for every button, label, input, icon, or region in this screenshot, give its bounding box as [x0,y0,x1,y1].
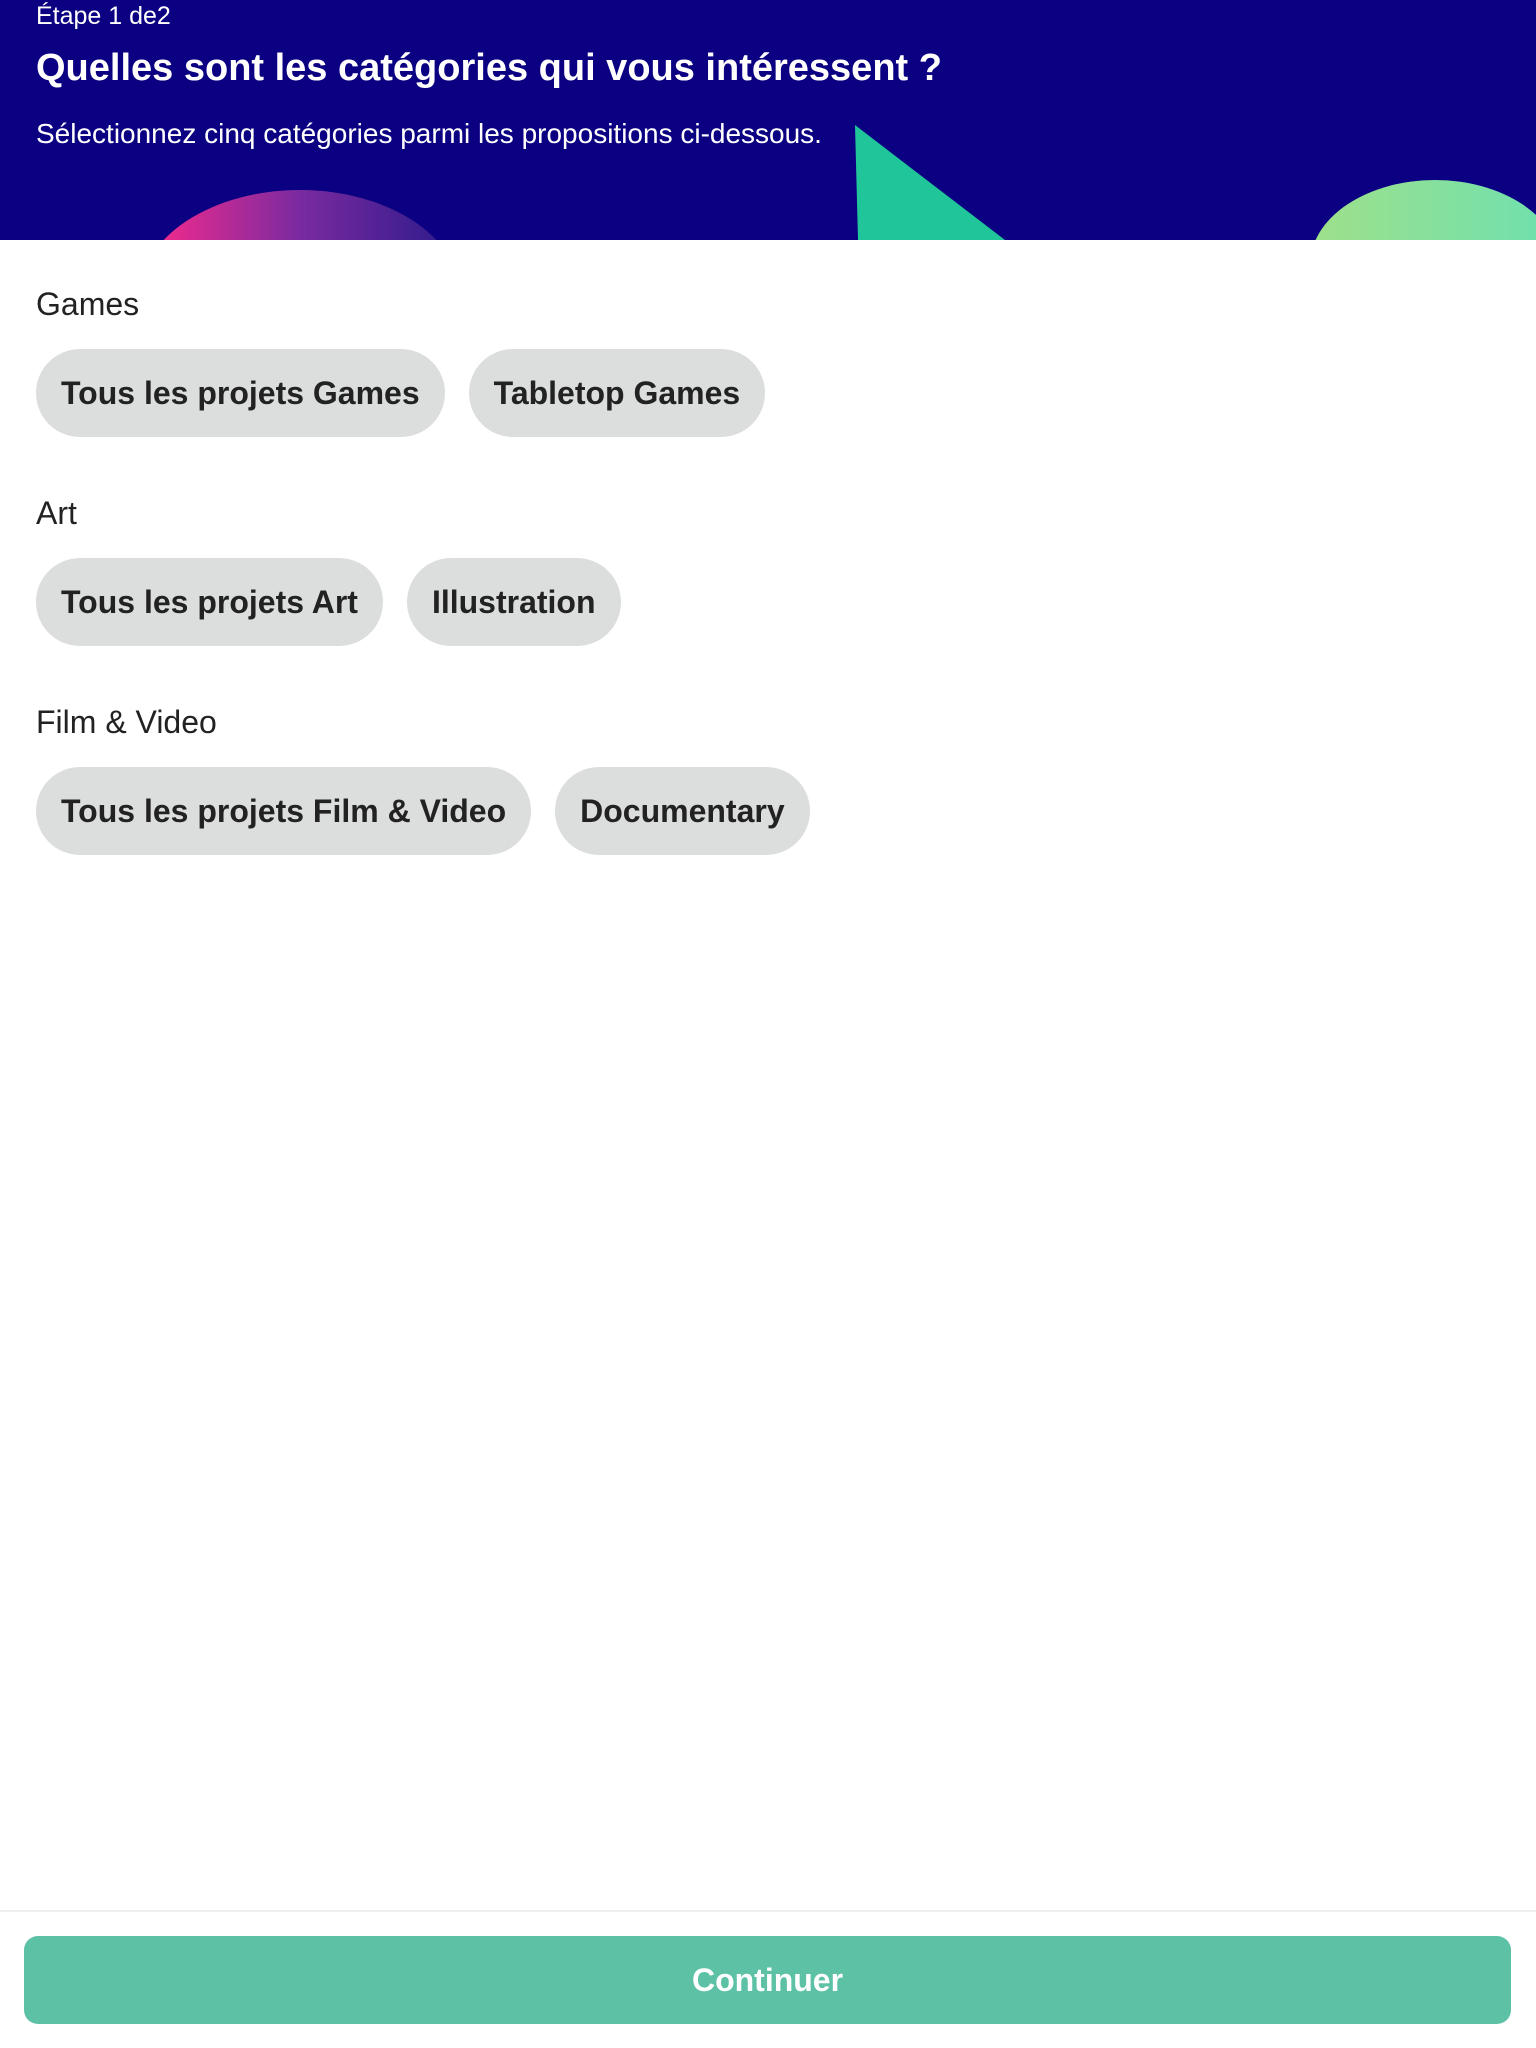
footer-divider [0,1910,1536,1912]
page-title: Quelles sont les catégories qui vous int… [36,47,942,89]
chip-all-games[interactable]: Tous les projets Games [36,349,445,437]
section-title-games: Games [36,286,140,322]
chip-group-film-video: Tous les projets Film & Video Documentar… [36,767,810,855]
step-indicator: Étape 1 de2 [36,2,171,30]
chip-illustration[interactable]: Illustration [406,558,621,646]
teal-triangle-shape [855,125,1005,240]
chip-documentary[interactable]: Documentary [555,767,810,855]
pink-semicircle-shape [163,190,437,240]
chip-tabletop-games[interactable]: Tabletop Games [468,349,766,437]
continue-button[interactable]: Continuer [24,1936,1511,2024]
section-title-film-video: Film & Video [36,704,217,740]
section-title-art: Art [36,495,77,531]
header-banner: Étape 1 de2 Quelles sont les catégories … [0,0,1536,240]
chip-group-games: Tous les projets Games Tabletop Games [36,349,766,437]
chip-all-film-video[interactable]: Tous les projets Film & Video [36,767,532,855]
chip-group-art: Tous les projets Art Illustration [36,558,621,646]
green-semicircle-shape [1315,180,1536,240]
page-subtitle: Sélectionnez cinq catégories parmi les p… [36,118,822,149]
chip-all-art[interactable]: Tous les projets Art [36,558,383,646]
